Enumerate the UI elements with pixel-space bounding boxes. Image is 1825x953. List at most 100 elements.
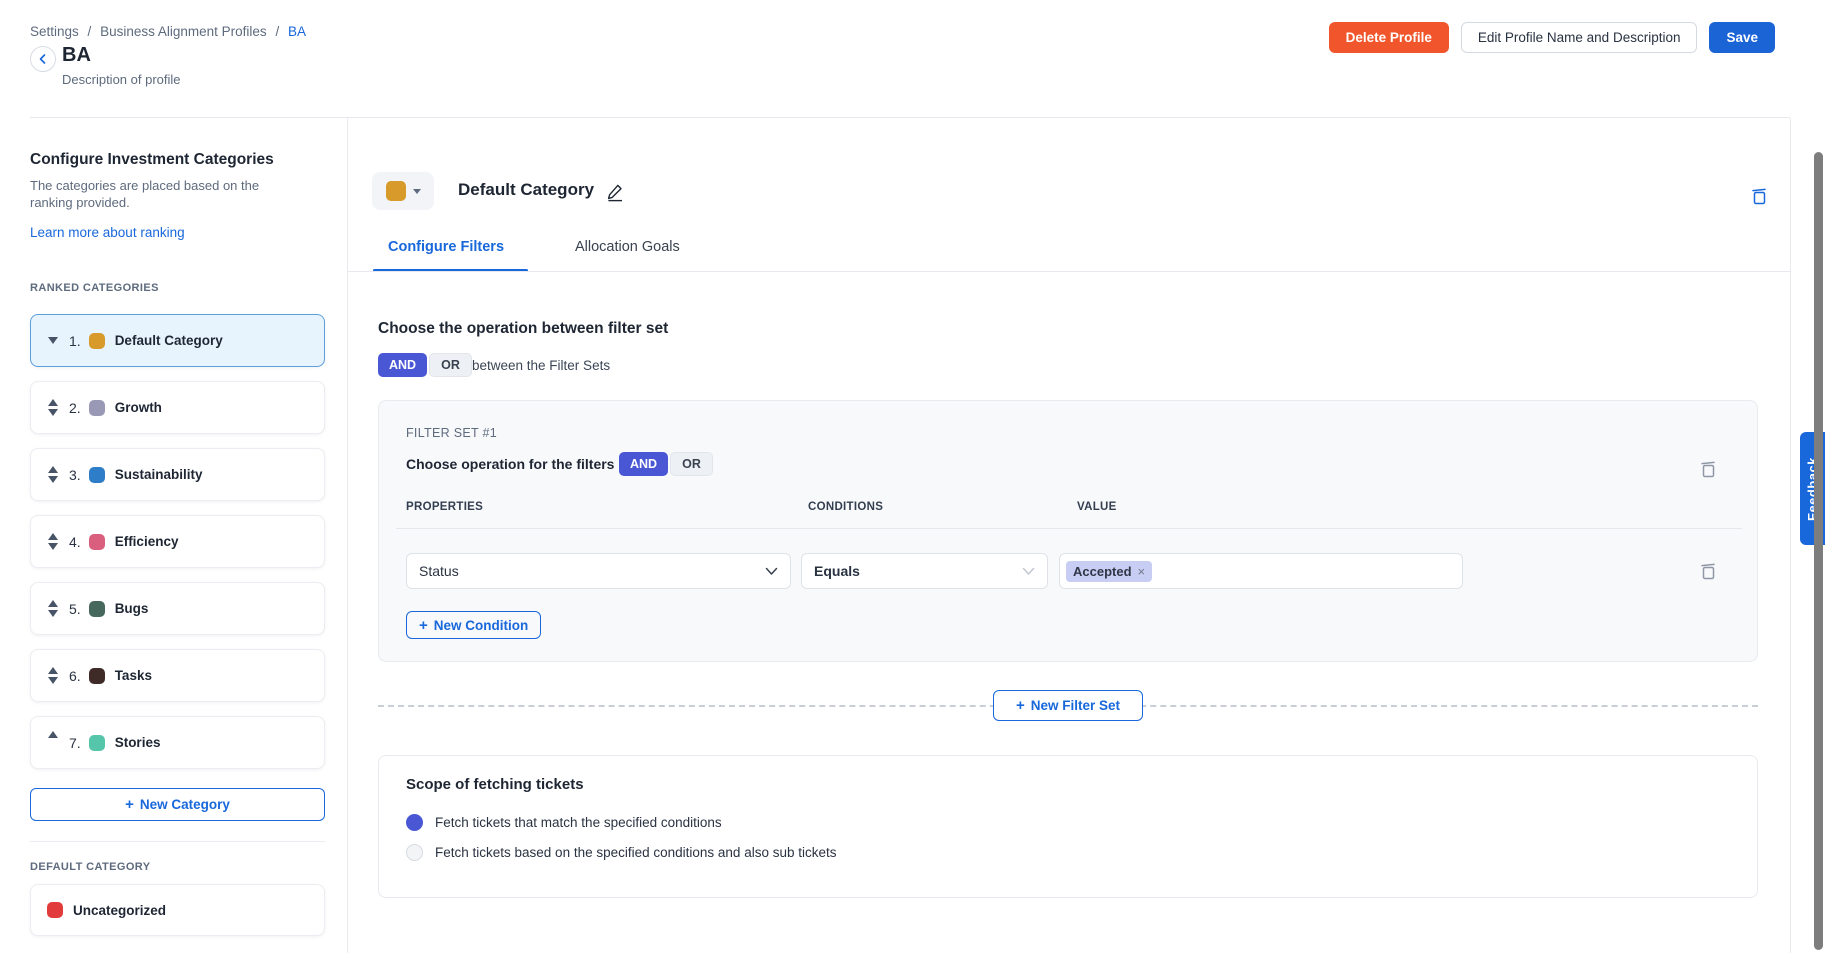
category-color-swatch [89,400,105,416]
save-button[interactable]: Save [1709,22,1775,53]
category-rank: 3. [69,467,81,483]
scope-option-include-sub-tickets[interactable]: Fetch tickets based on the specified con… [406,844,836,861]
category-item-uncategorized[interactable]: Uncategorized [30,884,325,936]
radio-selected-icon[interactable] [406,814,423,831]
category-label: Tasks [115,668,152,683]
scope-heading: Scope of fetching tickets [406,776,584,793]
category-item-stories[interactable]: 7. Stories [30,716,325,769]
sidebar-main-divider [347,118,348,953]
property-select[interactable]: Status [406,553,791,589]
sidebar-subtitle: The categories are placed based on the r… [30,177,260,211]
filter-set-title: FILTER SET #1 [406,426,497,440]
category-color-swatch [89,735,105,751]
category-rank: 6. [69,668,81,684]
page-description: Description of profile [62,72,181,87]
new-filter-set-button[interactable]: + New Filter Set [993,690,1143,721]
column-header-conditions: CONDITIONS [808,501,883,513]
delete-category-trash-icon[interactable] [1750,186,1769,206]
scope-option-match-conditions[interactable]: Fetch tickets that match the specified c… [406,814,722,831]
delete-profile-button[interactable]: Delete Profile [1329,22,1449,53]
plus-icon: + [1016,698,1025,713]
column-header-properties: PROPERTIES [406,501,483,513]
category-item-bugs[interactable]: 5. Bugs [30,582,325,635]
operation-heading: Choose the operation between filter set [378,320,668,338]
breadcrumb-business-alignment-profiles[interactable]: Business Alignment Profiles [100,24,267,39]
category-rank: 2. [69,400,81,416]
filter-set-operator-toggle: AND OR [378,353,472,377]
breadcrumb-separator: / [88,24,92,39]
and-toggle-button[interactable]: AND [619,452,668,476]
content-right-border [1790,118,1791,953]
sidebar: Configure Investment Categories The cate… [30,133,325,936]
category-rank: 4. [69,534,81,550]
category-label: Efficiency [115,534,179,549]
move-up-down-icon[interactable] [47,399,59,416]
tab-configure-filters[interactable]: Configure Filters [388,239,504,255]
value-input[interactable]: Accepted × [1059,553,1463,589]
sidebar-divider [30,841,325,842]
selected-color-swatch [386,181,406,201]
category-item-tasks[interactable]: 6. Tasks [30,649,325,702]
page: Settings / Business Alignment Profiles /… [0,0,1825,953]
remove-value-icon[interactable]: × [1138,564,1146,579]
category-rank: 7. [69,735,81,751]
category-title: Default Category [458,180,594,200]
scope-card: Scope of fetching tickets Fetch tickets … [378,755,1758,898]
default-category-label: DEFAULT CATEGORY [30,861,325,873]
chevron-down-icon [765,563,778,579]
back-button[interactable] [30,46,56,72]
move-up-icon[interactable] [47,731,59,738]
plus-icon: + [125,797,134,812]
tab-allocation-goals[interactable]: Allocation Goals [575,239,680,255]
sidebar-title: Configure Investment Categories [30,151,325,169]
or-toggle-button[interactable]: OR [670,452,713,476]
plus-icon: + [419,618,428,633]
value-chip: Accepted × [1066,561,1152,582]
condition-select[interactable]: Equals [801,553,1048,589]
category-color-swatch [47,902,63,918]
chevron-down-icon [1022,563,1035,579]
header-divider [30,117,1790,118]
new-condition-button[interactable]: + New Condition [406,611,541,639]
filter-set-card: FILTER SET #1 Choose operation for the f… [378,400,1758,662]
category-item-sustainability[interactable]: 3. Sustainability [30,448,325,501]
category-label: Default Category [115,333,223,348]
column-header-value: VALUE [1077,501,1117,513]
delete-condition-trash-icon[interactable] [1699,561,1718,581]
category-color-swatch [89,467,105,483]
breadcrumb-separator: / [275,24,279,39]
category-label: Growth [115,400,162,415]
or-toggle-button[interactable]: OR [429,353,472,377]
header-actions: Delete Profile Edit Profile Name and Des… [1329,22,1775,53]
breadcrumb-current: BA [288,24,306,39]
category-item-efficiency[interactable]: 4. Efficiency [30,515,325,568]
breadcrumb-settings[interactable]: Settings [30,24,79,39]
category-item-growth[interactable]: 2. Growth [30,381,325,434]
delete-filter-set-trash-icon[interactable] [1699,459,1718,479]
category-color-swatch [89,668,105,684]
move-up-down-icon[interactable] [47,600,59,617]
category-color-picker[interactable] [372,172,434,210]
operator-suffix-text: between the Filter Sets [472,358,610,373]
filter-operation-label: Choose operation for the filters [406,456,614,472]
edit-pencil-icon[interactable] [605,182,625,207]
category-label: Uncategorized [73,903,166,918]
category-rank: 1. [69,333,81,349]
move-up-down-icon[interactable] [47,466,59,483]
radio-unselected-icon[interactable] [406,844,423,861]
category-item-default-category[interactable]: 1. Default Category [30,314,325,367]
and-toggle-button[interactable]: AND [378,353,427,377]
chevron-down-icon [413,189,421,194]
category-list: 1. Default Category 2. Growth 3. Sustain… [30,314,325,769]
move-up-down-icon[interactable] [47,533,59,550]
move-down-icon[interactable] [47,337,59,344]
move-up-down-icon[interactable] [47,667,59,684]
category-label: Stories [115,735,161,750]
category-color-swatch [89,534,105,550]
breadcrumb: Settings / Business Alignment Profiles /… [30,24,306,39]
new-category-button[interactable]: + New Category [30,788,325,821]
learn-more-link[interactable]: Learn more about ranking [30,225,185,240]
filters-operator-toggle: AND OR [619,452,713,476]
edit-profile-button[interactable]: Edit Profile Name and Description [1461,22,1698,53]
vertical-scrollbar[interactable] [1814,152,1823,950]
